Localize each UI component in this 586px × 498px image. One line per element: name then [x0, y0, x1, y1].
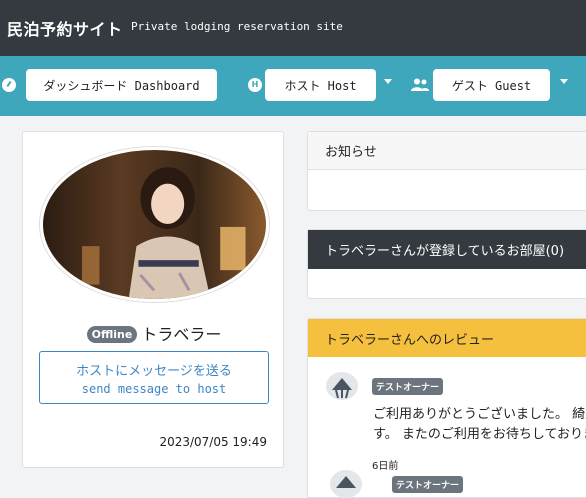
- reviewer-avatar[interactable]: [326, 372, 358, 400]
- profile-card: Offline トラベラー ホストにメッセージを送る send message t…: [22, 131, 284, 468]
- users-icon: [411, 78, 429, 91]
- review-time: 6日前: [372, 461, 399, 472]
- dashboard-button[interactable]: ダッシュボード Dashboard: [26, 69, 217, 101]
- review-text-line: す。 またのご利用をお待ちしております: [373, 427, 586, 442]
- reviewer-avatar-image: [326, 372, 358, 400]
- reviewer-avatar-image: [330, 470, 362, 498]
- reviews-panel: トラベラーさんへのレビュー テストオーナー ご利用ありがとうございました。 綺麗…: [307, 318, 586, 498]
- profile-photo: [40, 147, 269, 302]
- main-navbar: ダッシュボード Dashboard H ホスト Host ゲスト Guest: [0, 56, 586, 116]
- rooms-header: トラベラーさんが登録しているお部屋(0): [308, 230, 586, 269]
- profile-name: トラベラー: [141, 325, 222, 344]
- profile-name-row: Offline トラベラー: [23, 321, 285, 345]
- reviewer-name[interactable]: テストオーナー: [392, 476, 464, 493]
- site-brand[interactable]: 民泊予約サイト: [7, 16, 123, 40]
- guest-button[interactable]: ゲスト Guest: [433, 69, 550, 101]
- review-text: ご利用ありがとうございました。 綺麗 す。 またのご利用をお待ちしております: [373, 405, 586, 445]
- guest-dropdown-caret-icon[interactable]: [560, 79, 568, 84]
- host-button[interactable]: ホスト Host: [265, 69, 376, 101]
- reviewer-avatar[interactable]: [330, 470, 362, 498]
- reviews-header: トラベラーさんへのレビュー: [308, 319, 586, 357]
- rooms-panel: トラベラーさんが登録しているお部屋(0): [307, 229, 586, 299]
- notice-header: お知らせ: [308, 132, 586, 170]
- profile-photo-image: [43, 150, 266, 299]
- send-message-button[interactable]: ホストにメッセージを送る send message to host: [39, 351, 269, 404]
- top-header: 民泊予約サイト Private lodging reservation site: [0, 0, 586, 56]
- dashboard-icon: [2, 78, 16, 92]
- site-tagline: Private lodging reservation site: [131, 20, 343, 33]
- notice-panel: お知らせ: [307, 131, 586, 211]
- host-icon: H: [248, 78, 262, 92]
- status-badge: Offline: [86, 326, 138, 343]
- profile-date: 2023/07/05 19:49: [159, 435, 267, 449]
- review-text-line: ご利用ありがとうございました。 綺麗: [373, 407, 586, 422]
- send-message-label-jp: ホストにメッセージを送る: [76, 364, 232, 379]
- host-dropdown-caret-icon[interactable]: [384, 79, 392, 84]
- send-message-label-en: send message to host: [81, 382, 227, 396]
- reviewer-name[interactable]: テストオーナー: [372, 378, 444, 395]
